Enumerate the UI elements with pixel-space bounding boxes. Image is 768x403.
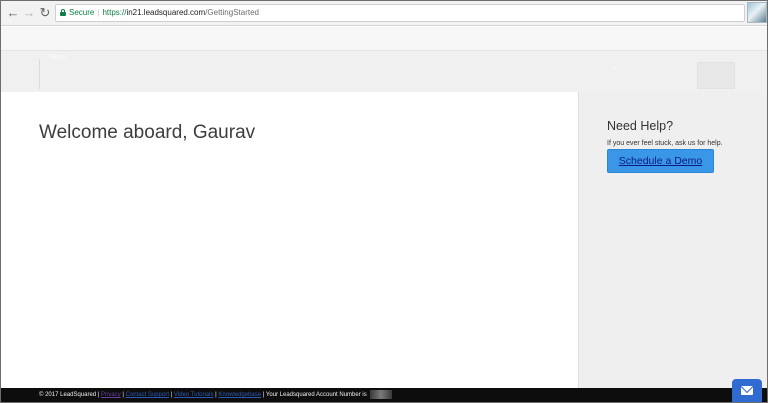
account-number-redacted xyxy=(370,389,393,399)
footer-link-privacy[interactable]: Privacy xyxy=(101,392,121,398)
app-navbar: Menu × xyxy=(1,51,767,92)
help-title: Need Help? xyxy=(607,119,674,133)
footer-account-text: | Your Leadsquared Account Number is xyxy=(262,392,367,398)
app-window: ← → ↻ Secure | https://in21.leadsquared.co… xyxy=(0,0,768,403)
close-icon[interactable]: × xyxy=(612,65,616,72)
user-menu-button[interactable] xyxy=(697,62,735,89)
footer-link-support[interactable]: Contact Support xyxy=(126,392,169,398)
url-path: /GettingStarted xyxy=(205,8,259,17)
forward-arrow-icon[interactable]: → xyxy=(22,5,36,21)
footer-link-knowledgebase[interactable]: Knowledgebase xyxy=(218,392,261,398)
app-top-bar xyxy=(1,27,767,51)
secure-label: Secure xyxy=(69,8,95,17)
footer-separator: | xyxy=(215,392,217,398)
url-scheme: https:// xyxy=(102,8,127,17)
mail-icon xyxy=(741,386,753,395)
menu-button[interactable]: Menu xyxy=(49,54,67,61)
welcome-heading: Welcome aboard, Gaurav xyxy=(39,122,256,143)
footer-separator: | xyxy=(122,392,124,398)
footer-link-videos[interactable]: Video Tutorials xyxy=(174,392,214,398)
reload-icon[interactable]: ↻ xyxy=(38,5,52,21)
browser-toolbar: ← → ↻ Secure | https://in21.leadsquared.co… xyxy=(1,1,767,26)
lock-icon xyxy=(60,9,66,16)
schedule-demo-button[interactable]: Schedule a Demo xyxy=(607,149,714,173)
navbar-divider xyxy=(39,59,40,89)
footer-separator: | xyxy=(170,392,173,398)
url-host: in21.leadsquared.com xyxy=(126,8,206,17)
back-arrow-icon[interactable]: ← xyxy=(6,5,20,21)
main-content: Welcome aboard, Gaurav xyxy=(1,92,579,388)
address-bar[interactable]: Secure | https://in21.leadsquared.com/Gett… xyxy=(55,4,745,22)
address-separator: | xyxy=(97,8,100,17)
footer: © 2017 LeadSquared | Privacy | Contact S… xyxy=(1,388,767,402)
help-panel: Need Help? If you ever feel stuck, ask u… xyxy=(578,92,767,388)
chat-button[interactable] xyxy=(732,379,762,402)
help-text: If you ever feel stuck, ask us for help. xyxy=(607,140,723,147)
footer-copyright: © 2017 LeadSquared | xyxy=(39,392,100,398)
extension-icon[interactable] xyxy=(747,2,767,23)
